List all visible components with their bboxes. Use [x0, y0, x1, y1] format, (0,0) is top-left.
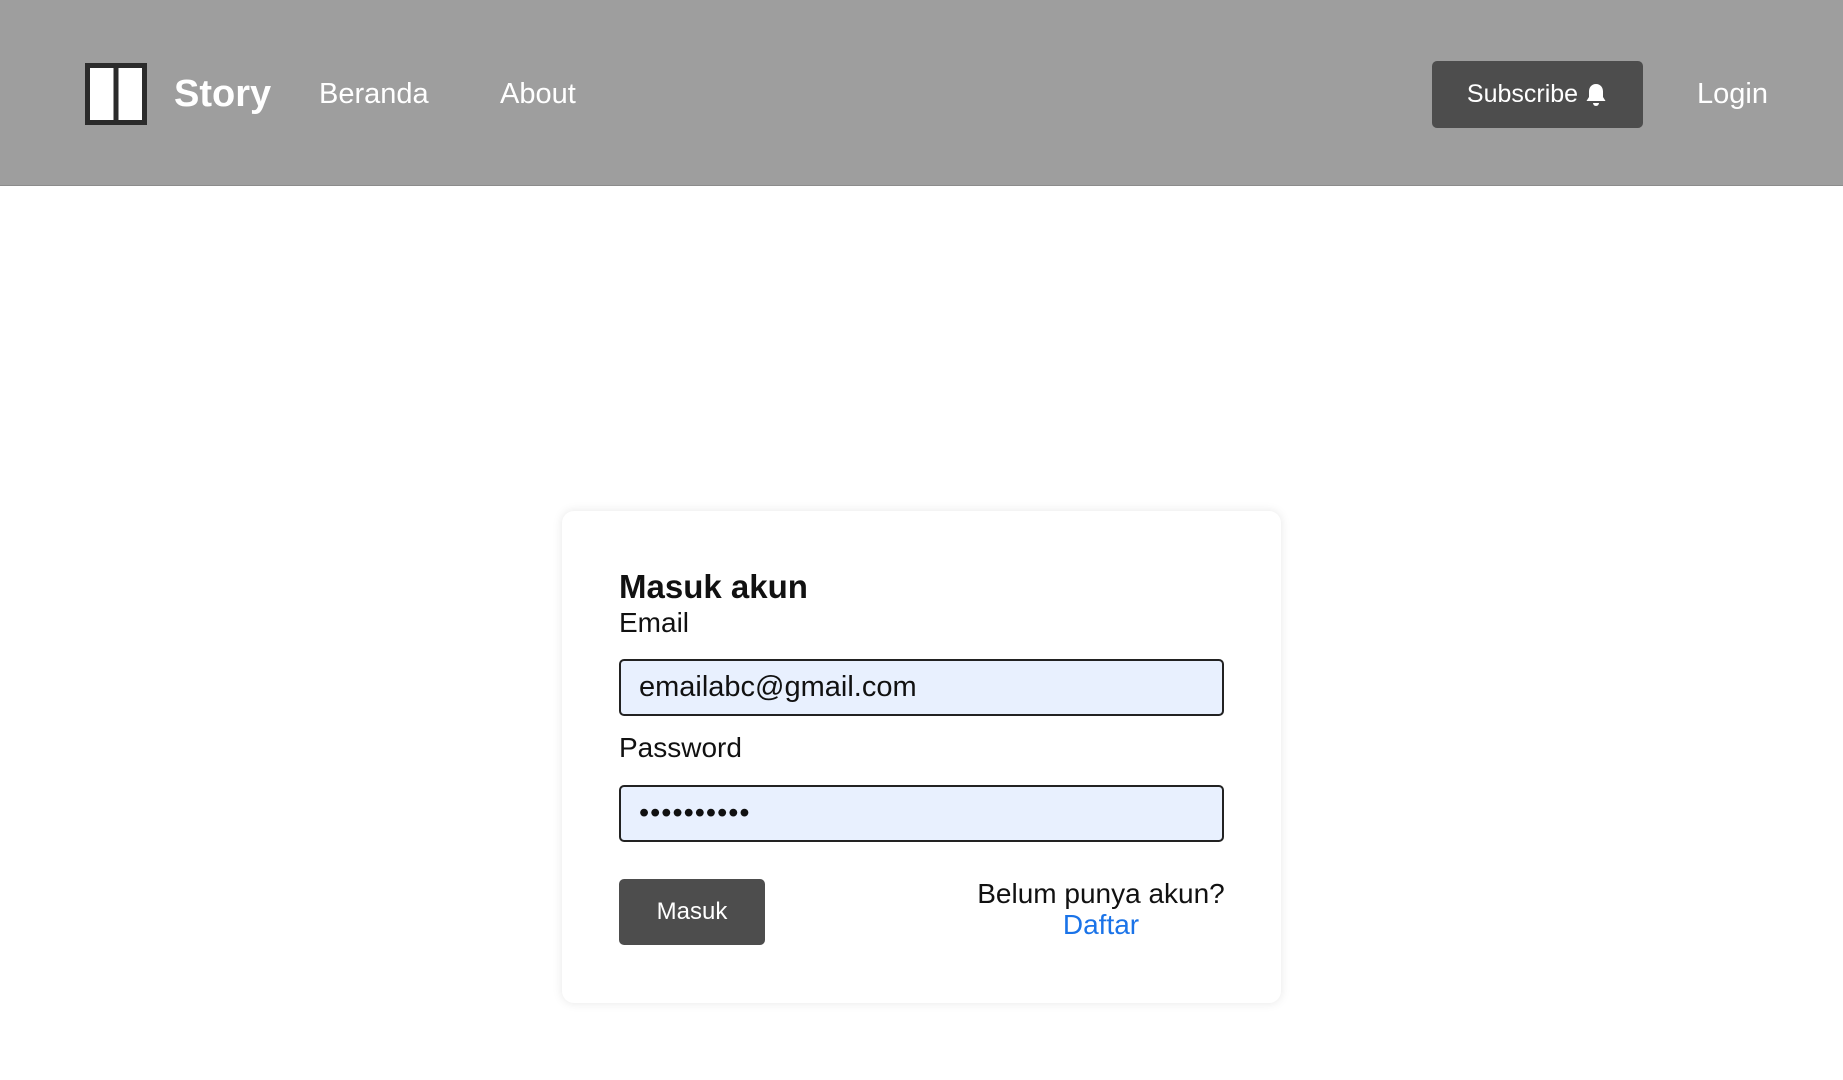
login-submit-button[interactable]: Masuk	[619, 879, 765, 945]
nav-link-about[interactable]: About	[500, 75, 576, 113]
subscribe-button[interactable]: Subscribe	[1432, 61, 1643, 128]
register-link[interactable]: Daftar	[942, 909, 1260, 940]
bell-icon	[1586, 83, 1606, 106]
login-card: Masuk akun Email Password Masuk Belum pu…	[562, 511, 1281, 1003]
brand-name: Story	[174, 72, 272, 115]
nav-link-beranda[interactable]: Beranda	[319, 75, 429, 113]
email-label: Email	[619, 607, 690, 638]
login-title: Masuk akun	[619, 568, 808, 605]
register-prompt-block: Belum punya akun? Daftar	[942, 878, 1260, 940]
brand-link[interactable]: Story	[85, 63, 271, 125]
book-icon	[85, 63, 147, 125]
nav-link-login[interactable]: Login	[1697, 75, 1768, 113]
top-navbar: Story Beranda About Subscribe Login	[0, 0, 1843, 186]
subscribe-label: Subscribe	[1466, 80, 1579, 108]
email-input[interactable]	[619, 659, 1224, 716]
password-input[interactable]	[619, 785, 1224, 842]
register-prompt-text: Belum punya akun?	[977, 878, 1225, 909]
password-label: Password	[619, 732, 742, 763]
